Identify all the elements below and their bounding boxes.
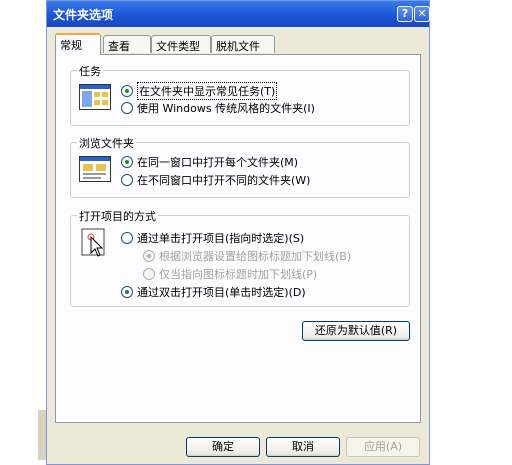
radio-disabled-icon <box>143 268 155 280</box>
underline-point-label: 仅当指向图标标题时加下划线(P) <box>159 268 318 281</box>
click-group-title: 打开项目的方式 <box>77 208 158 224</box>
double-click-option[interactable]: 通过双击打开项目(单击时选定)(D) <box>121 284 306 300</box>
separate-window-option[interactable]: 在不同窗口中打开不同的文件夹(W) <box>121 172 310 188</box>
tab-offline-files[interactable]: 脱机文件 <box>211 35 275 53</box>
underline-browser-option: 根据浏览器设置给图标标题加下划线(B) <box>143 248 351 264</box>
single-click-label: 通过单击打开项目(指向时选定)(S) <box>137 232 305 245</box>
show-common-tasks-label: 在文件夹中显示常见任务(T) <box>137 82 278 100</box>
folder-options-dialog: 文件夹选项 ? ✕ 常规 查看 文件类型 脱机文件 任务 在文件夹中显示常见任务… <box>46 0 430 465</box>
radio-checked-icon[interactable] <box>121 286 133 298</box>
radio-icon[interactable] <box>121 174 133 186</box>
classic-folders-option[interactable]: 使用 Windows 传统风格的文件夹(I) <box>121 100 315 116</box>
radio-checked-icon[interactable] <box>121 85 133 97</box>
tab-general[interactable]: 常规 <box>55 33 101 55</box>
cancel-button[interactable]: 取消 <box>266 437 340 457</box>
general-tab-panel: 任务 在文件夹中显示常见任务(T) 使用 Windows 传统风格的文件夹(I) <box>55 54 421 423</box>
double-click-label: 通过双击打开项目(单击时选定)(D) <box>137 286 306 299</box>
underline-point-option: 仅当指向图标标题时加下划线(P) <box>143 266 317 282</box>
classic-folders-label: 使用 Windows 传统风格的文件夹(I) <box>137 102 315 115</box>
show-common-tasks-option[interactable]: 在文件夹中显示常见任务(T) <box>121 82 278 100</box>
same-window-label: 在同一窗口中打开每个文件夹(M) <box>137 156 299 169</box>
pointer-click-icon <box>81 228 105 257</box>
apply-button: 应用(A) <box>346 437 420 457</box>
tab-file-types[interactable]: 文件类型 <box>151 35 211 53</box>
ok-button[interactable]: 确定 <box>186 437 260 457</box>
browse-preview-icon <box>79 156 111 182</box>
close-icon[interactable]: ✕ <box>414 6 430 22</box>
underline-browser-label: 根据浏览器设置给图标标题加下划线(B) <box>159 250 352 263</box>
tasks-preview-icon <box>79 84 111 110</box>
single-click-option[interactable]: 通过单击打开项目(指向时选定)(S) <box>121 230 304 246</box>
title-bar[interactable]: 文件夹选项 ? ✕ <box>47 1 430 27</box>
click-items-group: 打开项目的方式 通过单击打开项目(指向时选定)(S) 根据浏览器设置给图标标题加… <box>70 208 410 307</box>
help-icon[interactable]: ? <box>397 6 413 22</box>
tab-view[interactable]: 查看 <box>103 35 151 53</box>
browse-folders-group: 浏览文件夹 在同一窗口中打开每个文件夹(M) 在不同窗口中打开不同的文件夹(W) <box>70 135 410 198</box>
tasks-group: 任务 在文件夹中显示常见任务(T) 使用 Windows 传统风格的文件夹(I) <box>70 63 410 126</box>
background-window-edge <box>38 410 46 460</box>
dialog-title: 文件夹选项 <box>53 8 114 22</box>
tasks-group-title: 任务 <box>77 63 103 79</box>
browse-group-title: 浏览文件夹 <box>77 135 136 151</box>
separate-window-label: 在不同窗口中打开不同的文件夹(W) <box>137 174 311 187</box>
radio-icon[interactable] <box>121 102 133 114</box>
radio-disabled-checked-icon <box>143 250 155 262</box>
radio-checked-icon[interactable] <box>121 156 133 168</box>
same-window-option[interactable]: 在同一窗口中打开每个文件夹(M) <box>121 154 298 170</box>
radio-icon[interactable] <box>121 232 133 244</box>
restore-defaults-button[interactable]: 还原为默认值(R) <box>302 321 410 341</box>
